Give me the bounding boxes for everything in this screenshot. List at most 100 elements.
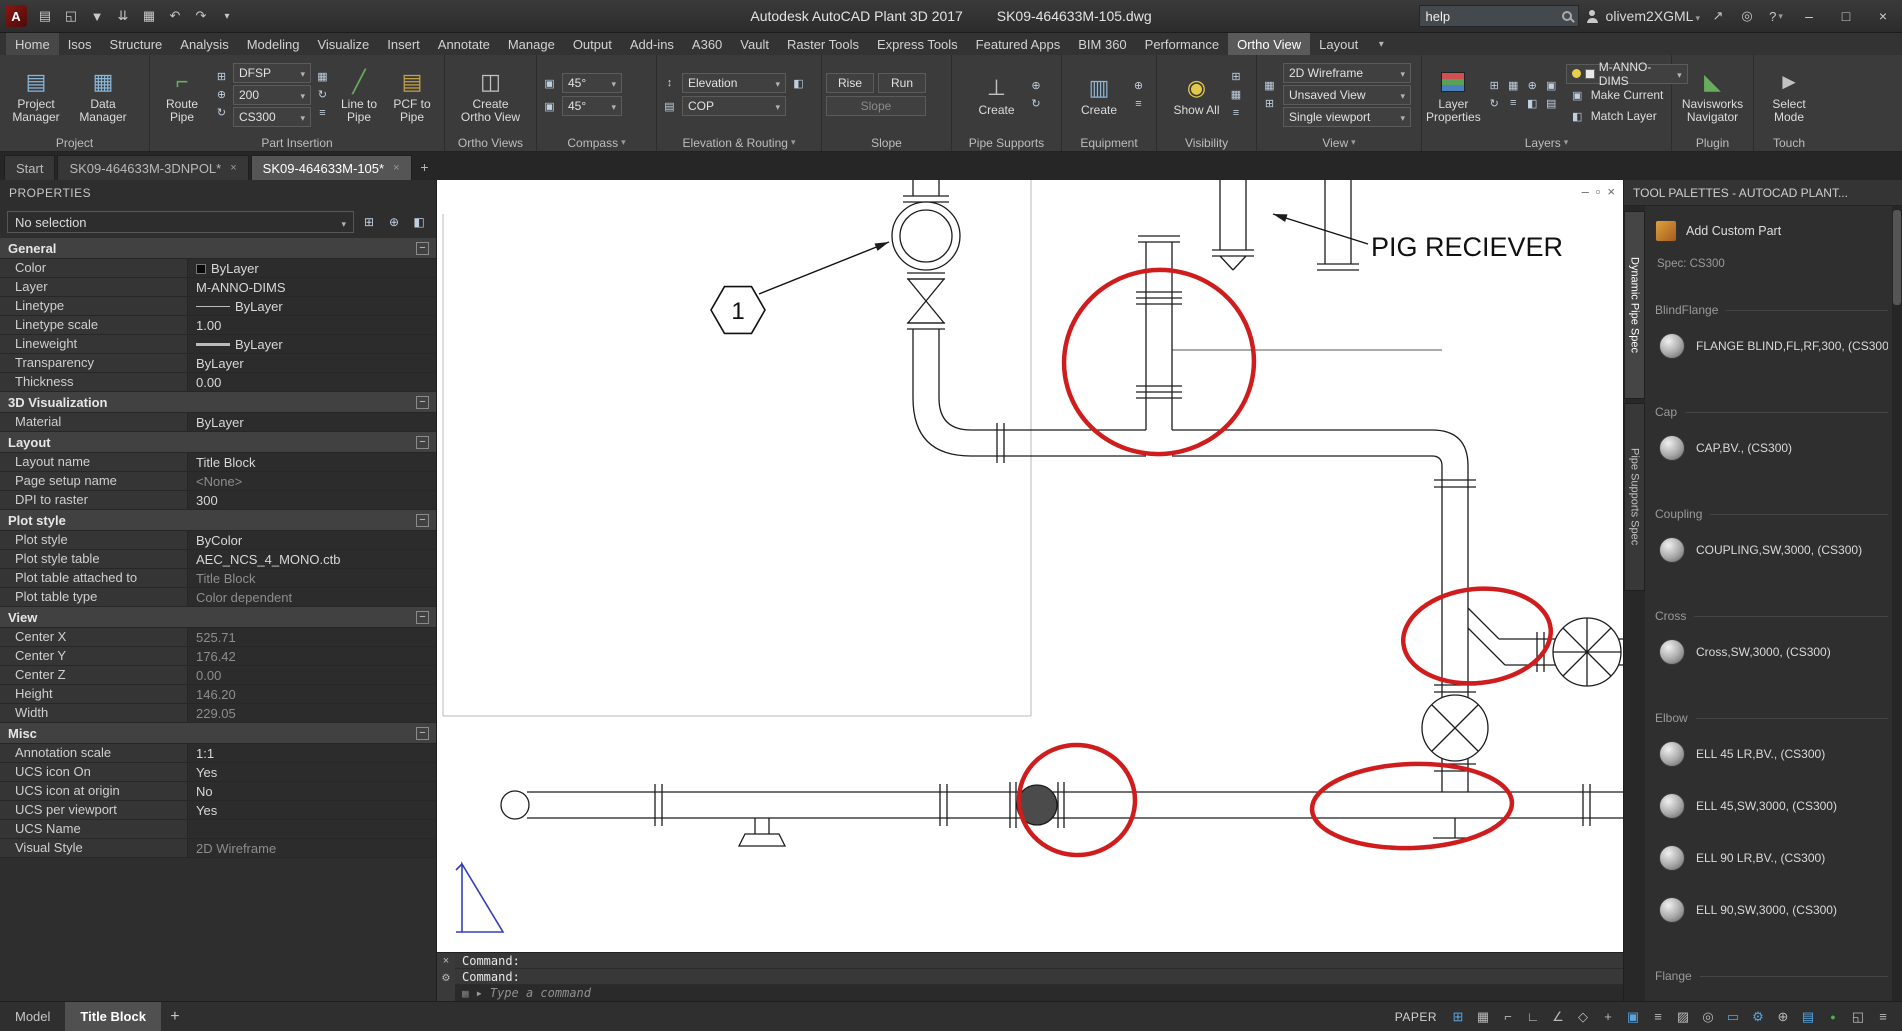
run-field[interactable]: Run [878, 73, 926, 93]
close-tab-icon[interactable]: × [393, 162, 399, 174]
open-file-icon[interactable] [59, 4, 83, 28]
tab-express-tools[interactable]: Express Tools [868, 33, 967, 55]
compass-snap-icon[interactable] [541, 98, 558, 114]
create-equipment-button[interactable]: Create [1071, 72, 1127, 117]
redo-icon[interactable] [189, 4, 213, 28]
layer-walk-icon[interactable] [1524, 95, 1541, 111]
share-icon[interactable] [1707, 5, 1729, 27]
layer-unlock-icon[interactable] [1505, 95, 1522, 111]
layer-off-icon[interactable] [1543, 77, 1560, 93]
property-value[interactable]: AEC_NCS_4_MONO.ctb [188, 550, 436, 568]
tab-insert[interactable]: Insert [378, 33, 429, 55]
toggle-pickadd-icon[interactable] [359, 212, 379, 232]
save-icon[interactable] [85, 4, 109, 28]
palette-item[interactable]: ELL 45 LR,BV., (CS300) [1655, 728, 1888, 780]
viewport-minimize-icon[interactable] [1582, 184, 1589, 199]
transparency-icon[interactable] [1672, 1007, 1694, 1027]
named-view-dropdown[interactable]: Unsaved View [1283, 85, 1411, 105]
navisworks-button[interactable]: Navisworks Navigator [1681, 66, 1745, 124]
grid-icon[interactable] [1447, 1007, 1469, 1027]
visual-style-dropdown[interactable]: 2D Wireframe [1283, 63, 1411, 83]
layer-isolate-icon[interactable] [1486, 77, 1503, 93]
palette-item[interactable]: Cross,SW,3000, (CS300) [1655, 626, 1888, 678]
edit-support-icon[interactable] [1028, 96, 1045, 112]
ortho-icon[interactable] [1522, 1007, 1544, 1027]
collapse-icon[interactable] [416, 436, 429, 449]
tab-manage[interactable]: Manage [499, 33, 564, 55]
property-value[interactable]: ByLayer [188, 335, 436, 353]
object-snap-icon[interactable] [1622, 1007, 1644, 1027]
quick-select-icon[interactable] [409, 212, 429, 232]
palette-item[interactable]: COUPLING,SW,3000, (CS300) [1655, 524, 1888, 576]
layer-merge-icon[interactable] [1543, 95, 1560, 111]
elevation-icon[interactable] [661, 75, 678, 91]
help-search-input[interactable]: help [1419, 5, 1579, 27]
spec-list-icon[interactable] [314, 105, 331, 121]
property-value[interactable]: M-ANNO-DIMS [188, 278, 436, 296]
hide-icon[interactable] [1228, 69, 1245, 85]
qat-dropdown-icon[interactable] [215, 4, 239, 28]
viewport-close-icon[interactable] [1607, 184, 1615, 199]
tab-addins[interactable]: Add-ins [621, 33, 683, 55]
compass-toggle-icon[interactable] [541, 75, 558, 91]
tab-bim360[interactable]: BIM 360 [1069, 33, 1135, 55]
section-misc[interactable]: Misc [0, 723, 436, 744]
property-value[interactable]: 1:1 [188, 744, 436, 762]
tab-ortho-view[interactable]: Ortho View [1228, 33, 1310, 55]
tab-visualize[interactable]: Visualize [308, 33, 378, 55]
elevation-dropdown[interactable]: Elevation [682, 73, 786, 93]
match-layer-button[interactable]: Match Layer [1566, 107, 1688, 126]
modify-equipment-icon[interactable] [1130, 78, 1147, 94]
rise-field[interactable]: Rise [826, 73, 874, 93]
cop-dropdown[interactable]: COP [682, 96, 786, 116]
palette-item[interactable]: ELL 45,SW,3000, (CS300) [1655, 780, 1888, 832]
collapse-icon[interactable] [416, 514, 429, 527]
command-options-icon[interactable] [462, 986, 469, 1000]
exchange-apps-icon[interactable] [1736, 5, 1758, 27]
create-pipe-support-button[interactable]: Create [969, 72, 1025, 117]
palette-item[interactable]: FLANGE BLIND,FL,RF,300, (CS300) [1655, 320, 1888, 372]
palette-tab-dynamic-pipe-spec[interactable]: Dynamic Pipe Spec [1624, 211, 1645, 399]
tab-structure[interactable]: Structure [101, 33, 172, 55]
property-value[interactable]: 1.00 [188, 316, 436, 334]
customize-command-icon[interactable] [442, 972, 451, 984]
minimize-button[interactable]: – [1794, 3, 1824, 29]
layout-tab-title-block[interactable]: Title Block [65, 1002, 161, 1031]
property-value[interactable] [188, 820, 436, 838]
palette-tab-pipe-supports-spec[interactable]: Pipe Supports Spec [1624, 403, 1645, 591]
viewport-config-icon[interactable] [1261, 78, 1278, 94]
close-tab-icon[interactable]: × [230, 162, 236, 174]
cop-icon[interactable] [661, 98, 678, 114]
compass-increment-dropdown[interactable]: 45° [562, 96, 622, 116]
select-objects-icon[interactable] [384, 212, 404, 232]
create-ortho-view-button[interactable]: Create Ortho View [459, 66, 523, 124]
collapse-icon[interactable] [416, 611, 429, 624]
tab-raster-tools[interactable]: Raster Tools [778, 33, 868, 55]
maximize-button[interactable]: □ [1831, 3, 1861, 29]
snap-icon[interactable] [1472, 1007, 1494, 1027]
property-value[interactable]: ByLayer [188, 297, 436, 315]
add-custom-part-button[interactable]: Add Custom Part [1655, 214, 1888, 248]
signin-user[interactable]: olivem2XGML [1606, 8, 1700, 24]
drawing-canvas-svg[interactable]: 1 PIG RECIEVER [437, 180, 1623, 952]
attach-support-icon[interactable] [1028, 78, 1045, 94]
palette-item[interactable]: CAP,BV., (CS300) [1655, 422, 1888, 474]
paper-space-badge[interactable]: PAPER [1395, 1010, 1437, 1024]
collapse-icon[interactable] [416, 242, 429, 255]
section-layout[interactable]: Layout [0, 432, 436, 453]
app-icon[interactable]: A [5, 5, 27, 27]
spec-viewer-icon[interactable] [314, 69, 331, 85]
section-plot-style[interactable]: Plot style [0, 510, 436, 531]
undo-icon[interactable] [163, 4, 187, 28]
tool-palettes-title[interactable]: TOOL PALETTES - AUTOCAD PLANT... [1624, 180, 1902, 206]
viewport-restore-icon[interactable] [1596, 184, 1601, 199]
show-all-button[interactable]: Show All [1169, 72, 1225, 117]
file-tab-3dnpol[interactable]: SK09-464633M-3DNPOL* × [57, 155, 248, 180]
pipe-toggle-icon[interactable] [213, 69, 230, 85]
object-snap-tracking-icon[interactable] [1597, 1007, 1619, 1027]
tab-analysis[interactable]: Analysis [171, 33, 237, 55]
close-button[interactable]: × [1868, 3, 1898, 29]
panel-label-view[interactable]: View [1257, 134, 1421, 151]
file-tab-start[interactable]: Start [4, 155, 55, 180]
tab-performance[interactable]: Performance [1136, 33, 1228, 55]
